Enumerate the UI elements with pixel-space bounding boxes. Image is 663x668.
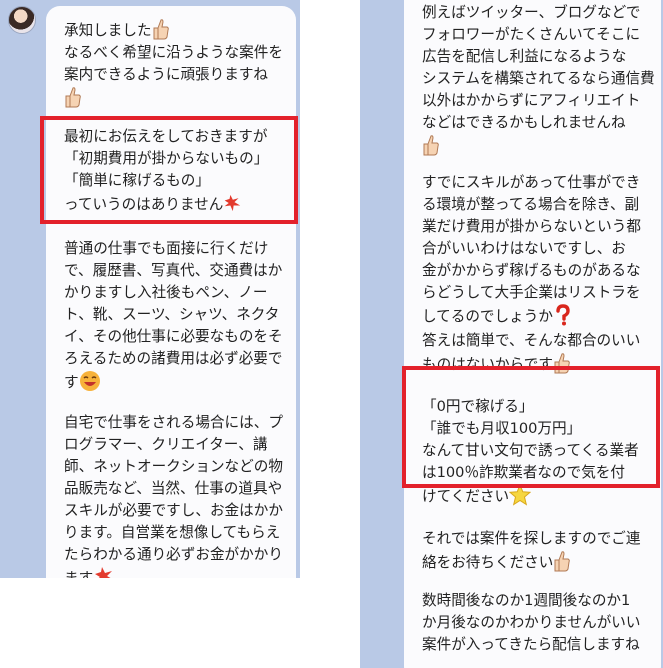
smiling-face-icon bbox=[79, 370, 101, 392]
message-text: 品販売など、当然、仕事の道具や bbox=[64, 480, 283, 497]
message-text: すでにスキルがあって仕事ができ bbox=[422, 174, 641, 191]
message-line: ものはないからです bbox=[422, 352, 649, 378]
sweat-mark-icon bbox=[223, 192, 241, 214]
message-line: けてください bbox=[422, 483, 649, 510]
sender-avatar[interactable] bbox=[8, 6, 36, 34]
message-text: す bbox=[64, 374, 79, 391]
message-text: 以外はかからずにアフィリエイト bbox=[422, 92, 641, 109]
message-text: 絡をお待ちください bbox=[422, 554, 554, 571]
message-text: スキルが必要ですし、お金はかか bbox=[64, 502, 283, 519]
message-text: 自宅で仕事をされる場合には、プ bbox=[64, 414, 283, 431]
message-text: 承知しました bbox=[64, 22, 152, 39]
message-line: す bbox=[64, 370, 284, 396]
message-text: ろえるための諸費用は必ず必要で bbox=[64, 350, 283, 367]
chat-panel-left[interactable]: 承知しました なるべく希望に沿うような案件を 案内できるように頑張りますね 最初… bbox=[0, 0, 300, 578]
message-text: 金がかからず稼げるものがあるな bbox=[422, 262, 641, 279]
message-line bbox=[64, 86, 284, 112]
message-text: っていうのはありません bbox=[64, 196, 224, 213]
message-text: 数時間後なのか1週間後なのか1 bbox=[422, 592, 631, 609]
message-text: 例えばツイッター、ブログなどで bbox=[422, 4, 641, 21]
message-text: る環境が整ってる場合を除き、副 bbox=[422, 196, 640, 213]
message-text: で、履歴書、写真代、交通費はか bbox=[64, 262, 283, 279]
message-text: ものはないからです bbox=[422, 356, 553, 373]
question-mark-icon bbox=[553, 304, 573, 326]
message-text: してるのでしょうか bbox=[422, 308, 553, 325]
message-bubble-right: 例えばツイッター、ブログなどで フォロワーがたくさんいてそこに 広告を配信し利益… bbox=[404, 0, 661, 668]
thumbs-up-icon bbox=[64, 86, 82, 108]
message-text: 案件が入ってきたら配信しますね bbox=[422, 636, 640, 653]
message-text: たらわかる通り必ずお金がかかり bbox=[64, 546, 283, 563]
message-line: してるのでしょうか bbox=[422, 304, 649, 330]
message-text: 最初にお伝えをしておきますが bbox=[64, 128, 268, 145]
message-text: ます bbox=[64, 570, 93, 578]
message-text: それでは案件を探しますのでご連 bbox=[422, 530, 641, 547]
message-text: か月後なのかわかりませんがいい bbox=[422, 614, 641, 631]
thumbs-up-icon bbox=[422, 134, 440, 156]
message-text: なんて甘い文句で誘ってくる業者 bbox=[422, 442, 639, 459]
message-text: 広告を配信し利益になるような bbox=[422, 48, 627, 65]
message-text: 業だけ費用が掛からないという都 bbox=[422, 218, 641, 235]
message-text: ログラマー、クリエイター、講 bbox=[64, 436, 268, 453]
message-bubble-left: 承知しました なるべく希望に沿うような案件を 案内できるように頑張りますね 最初… bbox=[46, 6, 296, 578]
message-line: っていうのはありません bbox=[64, 192, 284, 218]
message-text: イ、その他仕事に必要なものをそ bbox=[64, 328, 283, 345]
thumbs-up-icon bbox=[152, 18, 170, 40]
message-text: らどうして大手企業はリストラを bbox=[422, 284, 641, 301]
message-text: などはできるかもしれませんね bbox=[422, 114, 626, 131]
message-text: 「簡単に稼げるもの」 bbox=[64, 172, 210, 189]
message-line: 絡をお待ちください bbox=[422, 550, 649, 576]
message-line bbox=[422, 134, 649, 160]
message-text: ります。自営業を想像してもらえ bbox=[64, 524, 281, 541]
message-text: けてください bbox=[422, 488, 510, 505]
message-text: システムを構築されてるなら通信費 bbox=[422, 70, 655, 87]
thumbs-up-icon bbox=[553, 352, 571, 374]
message-text: 合がいいわけはないですし、お bbox=[422, 240, 626, 257]
message-text: 案内できるように頑張りますね bbox=[64, 66, 269, 83]
message-text: フォロワーがたくさんいてそこに bbox=[422, 26, 641, 43]
message-line: ます bbox=[64, 566, 284, 578]
sweat-mark-icon bbox=[93, 566, 115, 578]
chat-panel-right[interactable]: 例えばツイッター、ブログなどで フォロワーがたくさんいてそこに 広告を配信し利益… bbox=[360, 0, 663, 668]
message-text: 「初期費用が掛からないもの」 bbox=[64, 150, 269, 167]
message-text: かりますし入社後もペン、ノー bbox=[64, 284, 268, 301]
message-text: なるべく希望に沿うような案件を bbox=[64, 44, 283, 61]
message-text: 師、ネットオークションなどの物 bbox=[64, 458, 283, 475]
message-text: は100％詐欺業者なので気を付 bbox=[422, 464, 625, 481]
star-icon bbox=[508, 483, 532, 506]
message-text: 普通の仕事でも面接に行くだけ bbox=[64, 240, 269, 257]
thumbs-up-icon bbox=[553, 550, 571, 572]
message-text: 「誰でも月収100万円」 bbox=[422, 420, 582, 437]
message-line: 承知しました bbox=[64, 18, 284, 42]
message-text: 答えは簡単で、そんな都合のいい bbox=[422, 332, 641, 349]
message-text: 「0円で稼げる」 bbox=[422, 398, 534, 415]
message-text: ト、靴、スーツ、シャツ、ネクタ bbox=[64, 306, 280, 323]
